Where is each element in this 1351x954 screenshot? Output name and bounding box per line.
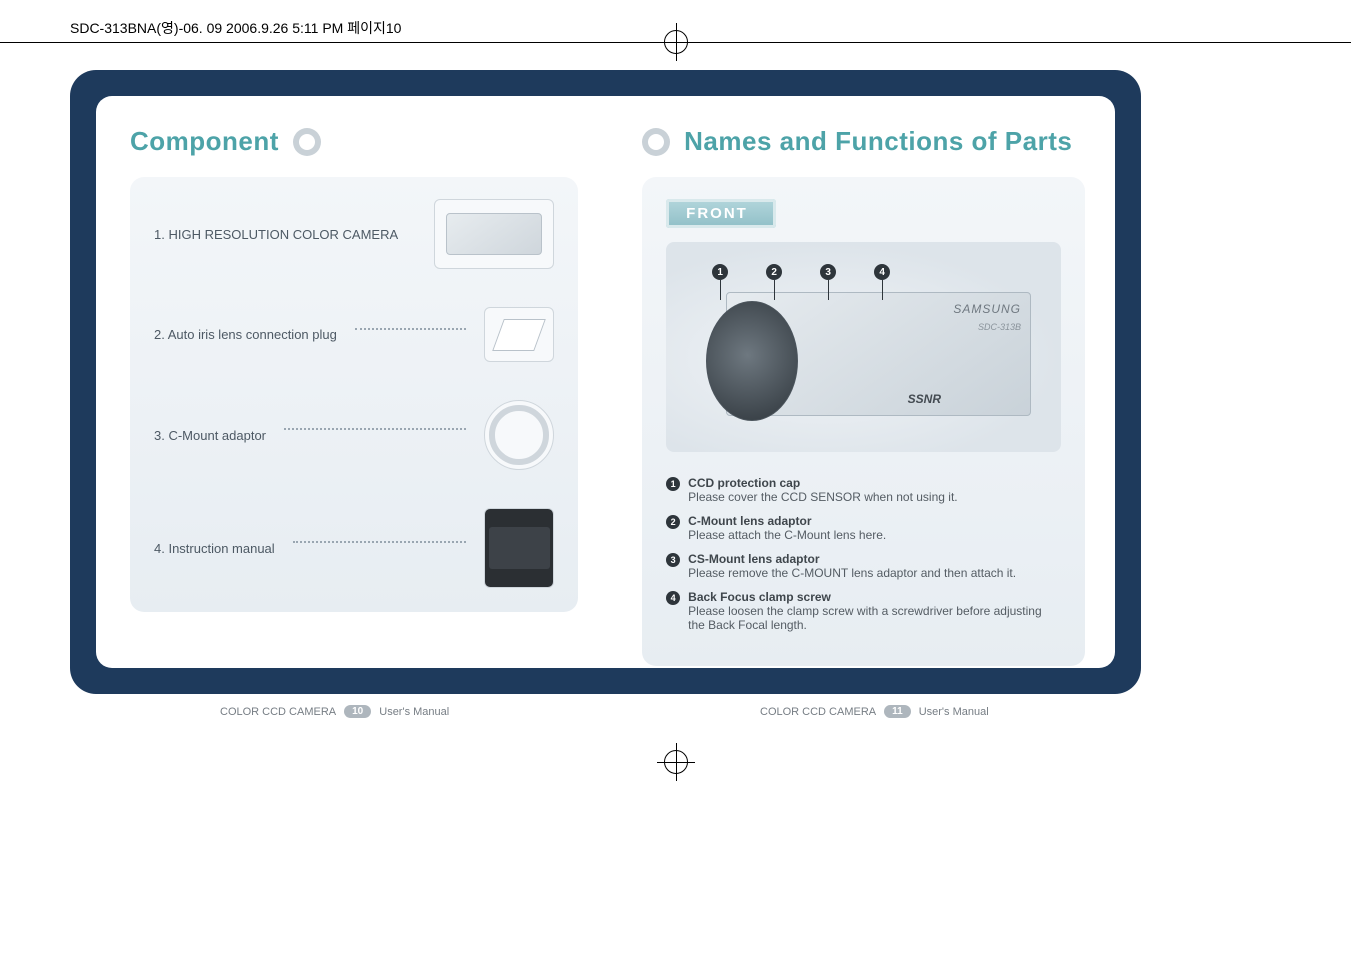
section-title-right: Names and Functions of Parts — [684, 126, 1072, 157]
definition-desc: Please remove the C-MOUNT lens adaptor a… — [688, 566, 1016, 580]
figure-callouts: 1 2 3 4 — [712, 264, 890, 280]
camera-front-figure: SAMSUNG SDC-313B SSNR 1 2 3 4 — [666, 242, 1061, 452]
definition-desc: Please cover the CCD SENSOR when not usi… — [688, 490, 957, 504]
component-item: 2. Auto iris lens connection plug — [154, 307, 554, 362]
definition-title: Back Focus clamp screw — [688, 590, 831, 604]
component-panel: 1. HIGH RESOLUTION COLOR CAMERA 2. Auto … — [130, 177, 578, 612]
component-label: 1. HIGH RESOLUTION COLOR CAMERA — [154, 227, 398, 242]
part-definition: 1 CCD protection cap Please cover the CC… — [666, 476, 1061, 504]
component-item: 1. HIGH RESOLUTION COLOR CAMERA — [154, 199, 554, 269]
part-definition: 3 CS-Mount lens adaptor Please remove th… — [666, 552, 1061, 580]
footer-series: COLOR CCD CAMERA — [760, 706, 876, 718]
camera-thumbnail-icon — [434, 199, 554, 269]
component-label: 3. C-Mount adaptor — [154, 428, 266, 443]
footer-label: User's Manual — [379, 706, 449, 718]
definition-desc: Please attach the C-Mount lens here. — [688, 528, 886, 542]
print-job-label: SDC-313BNA(영)-06. 09 2006.9.26 5:11 PM 페… — [70, 18, 401, 38]
leader-dots — [355, 328, 466, 330]
component-item: 3. C-Mount adaptor — [154, 400, 554, 470]
callout-number: 3 — [820, 264, 836, 280]
component-label: 4. Instruction manual — [154, 541, 275, 556]
footer-label: User's Manual — [919, 706, 989, 718]
leader-dots — [293, 541, 466, 543]
page-right: Names and Functions of Parts FRONT SAMSU… — [608, 96, 1115, 668]
page-left: Component 1. HIGH RESOLUTION COLOR CAMER… — [96, 96, 608, 668]
callout-number: 4 — [874, 264, 890, 280]
part-definition: 2 C-Mount lens adaptor Please attach the… — [666, 514, 1061, 542]
footer-right: COLOR CCD CAMERA 11 User's Manual — [760, 705, 989, 718]
page-number-left: 10 — [344, 705, 371, 718]
part-definition: 4 Back Focus clamp screw Please loosen t… — [666, 590, 1061, 632]
definition-number-icon: 3 — [666, 553, 680, 567]
callout-number: 2 — [766, 264, 782, 280]
camera-brand-label: SAMSUNG — [953, 302, 1021, 316]
definition-title: CS-Mount lens adaptor — [688, 552, 819, 566]
footer-left: COLOR CCD CAMERA 10 User's Manual — [220, 705, 449, 718]
section-bullet-icon — [293, 128, 321, 156]
camera-lens-icon — [706, 301, 798, 421]
definition-title: CCD protection cap — [688, 476, 800, 490]
crop-register-top — [664, 30, 688, 54]
component-label: 2. Auto iris lens connection plug — [154, 327, 337, 342]
manual-spread: Component 1. HIGH RESOLUTION COLOR CAMER… — [70, 70, 1141, 694]
footer-series: COLOR CCD CAMERA — [220, 706, 336, 718]
c-mount-ring-thumbnail-icon — [484, 400, 554, 470]
crop-register-bottom — [664, 750, 688, 774]
iris-plug-thumbnail-icon — [484, 307, 554, 362]
definition-title: C-Mount lens adaptor — [688, 514, 811, 528]
callout-number: 1 — [712, 264, 728, 280]
definition-number-icon: 4 — [666, 591, 680, 605]
section-bullet-icon — [642, 128, 670, 156]
section-title-left: Component — [130, 126, 279, 157]
camera-ssnr-badge: SSNR — [908, 392, 941, 406]
leader-dots — [284, 428, 466, 430]
camera-model-label: SDC-313B — [978, 322, 1021, 332]
component-item: 4. Instruction manual — [154, 508, 554, 588]
definition-number-icon: 1 — [666, 477, 680, 491]
definition-number-icon: 2 — [666, 515, 680, 529]
part-definitions: 1 CCD protection cap Please cover the CC… — [666, 476, 1061, 632]
page-number-right: 11 — [884, 705, 911, 718]
parts-panel: FRONT SAMSUNG SDC-313B SSNR 1 2 3 4 — [642, 177, 1085, 666]
front-subheading: FRONT — [666, 199, 776, 228]
definition-desc: Please loosen the clamp screw with a scr… — [688, 604, 1042, 632]
manual-thumbnail-icon — [484, 508, 554, 588]
